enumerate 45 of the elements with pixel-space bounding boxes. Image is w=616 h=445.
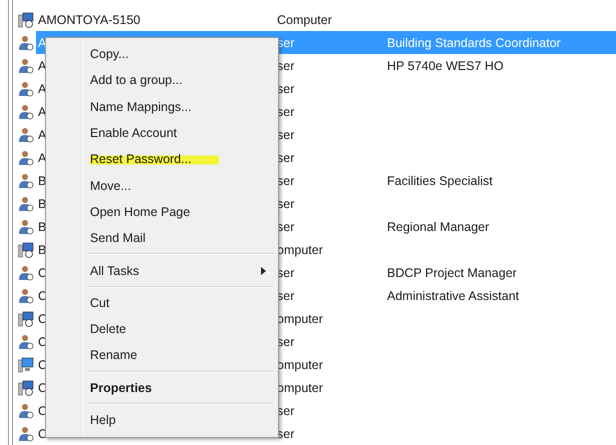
user-icon [18, 264, 34, 280]
menu-item[interactable]: Name Mappings... [48, 94, 276, 120]
user-icon [18, 58, 34, 74]
object-type: omputer [277, 380, 324, 397]
menu-item[interactable]: Enable Account [48, 120, 276, 146]
menu-item[interactable]: Help [48, 406, 276, 434]
object-type: Computer [277, 12, 333, 29]
user-icon [18, 288, 34, 304]
user-icon [18, 104, 34, 120]
user-icon [18, 34, 34, 50]
menu-item[interactable]: Send Mail [48, 225, 276, 252]
menu-item[interactable]: All Tasks [48, 257, 276, 284]
object-description: Regional Manager [387, 218, 490, 236]
menu-item[interactable]: Delete [48, 316, 276, 342]
computer-icon [18, 310, 34, 326]
computer-icon [18, 242, 34, 258]
menu-item[interactable]: Rename [48, 342, 276, 369]
user-icon [18, 150, 34, 166]
computer-icon [18, 380, 34, 396]
user-icon [18, 402, 34, 418]
menu-item[interactable]: Reset Password... [48, 146, 276, 172]
object-name[interactable]: AMONTOYA-5150 [36, 8, 277, 31]
menu-item[interactable]: Properties [48, 374, 276, 401]
user-icon [18, 126, 34, 142]
object-description: Building Standards Coordinator [387, 31, 616, 54]
menu-item[interactable]: Copy... [48, 41, 276, 68]
computer-icon [18, 12, 34, 28]
object-type: omputer [277, 310, 324, 328]
user-icon [18, 172, 34, 188]
user-icon [18, 196, 34, 212]
object-type: omputer [277, 356, 324, 374]
user-icon [18, 334, 34, 350]
object-type: omputer [277, 242, 324, 259]
user-icon [18, 426, 34, 442]
menu-item[interactable]: Add to a group... [48, 67, 276, 94]
object-description: Administrative Assistant [387, 288, 520, 304]
object-description: BDCP Project Manager [387, 264, 518, 282]
object-description: Facilities Specialist [387, 172, 494, 190]
user-icon [18, 218, 34, 234]
user-icon [18, 80, 34, 96]
monitor-icon [18, 356, 34, 372]
menu-item[interactable]: Open Home Page [48, 198, 276, 226]
menu-item[interactable]: Cut [48, 290, 276, 316]
menu-item[interactable]: Move... [48, 172, 276, 199]
object-description: HP 5740e WES7 HO [387, 58, 504, 74]
